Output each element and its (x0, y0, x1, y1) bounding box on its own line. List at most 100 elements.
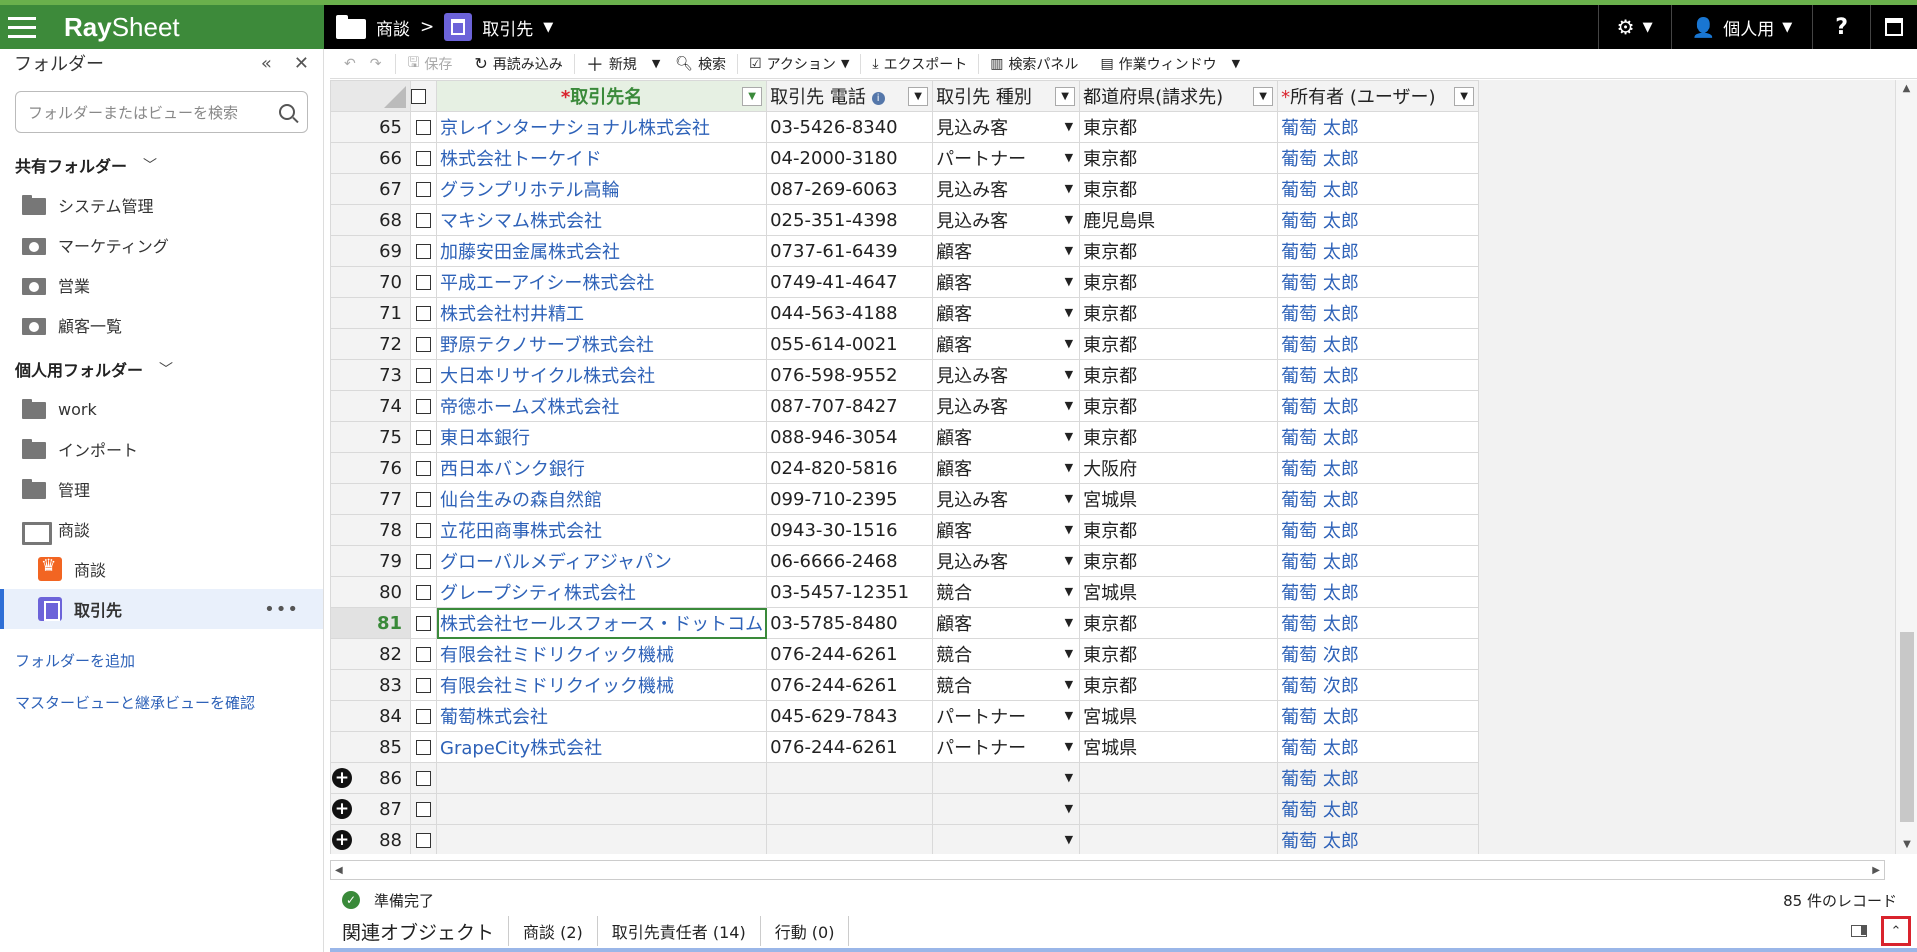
table-row[interactable]: 80 グレープシティ株式会社 03-5457-12351 競合 ▼ 宮城県 葡萄 太郎 (330, 576, 1480, 608)
cell-account-type[interactable]: 顧客 ▼ (932, 235, 1081, 267)
cell-account-name[interactable]: 有限会社ミドリクイック機械 (435, 638, 768, 670)
row-number[interactable]: 70 (330, 266, 411, 298)
row-number[interactable]: 71 (330, 297, 411, 329)
row-number[interactable]: 85 (330, 731, 411, 763)
cell-account-type[interactable]: 顧客 ▼ (932, 514, 1081, 546)
undo-button[interactable]: ↶ (330, 49, 364, 79)
row-checkbox[interactable] (410, 669, 437, 701)
row-checkbox[interactable] (410, 111, 437, 143)
cell-prefecture[interactable] (1079, 824, 1279, 854)
cell-account-type[interactable]: パートナー ▼ (932, 700, 1081, 732)
table-row[interactable]: 78 立花田商事株式会社 0943-30-1516 顧客 ▼ 東京都 葡萄 太郎 (330, 514, 1480, 546)
table-row[interactable]: 69 加藤安田金属株式会社 0737-61-6439 顧客 ▼ 東京都 葡萄 太郎 (330, 235, 1480, 267)
side-panel-icon[interactable] (1851, 925, 1867, 937)
cell-account-name[interactable]: 株式会社セールスフォース・ドットコム (435, 607, 768, 639)
cell-phone[interactable]: 0749-41-4647 (766, 266, 934, 298)
row-checkbox[interactable] (410, 638, 437, 670)
row-number[interactable]: 75 (330, 421, 411, 453)
cell-account-type[interactable]: 見込み客 ▼ (932, 359, 1081, 391)
shared-folders-header[interactable]: 共有フォルダー ﹀ (0, 145, 323, 185)
spreadsheet-grid[interactable]: *取引先名 ▼ 取引先 電話 i ▼ 取引先 種別 ▼ 都道府県(請求先) ▼ *所有者… (330, 80, 1895, 854)
cell-phone[interactable]: 03-5785-8480 (766, 607, 934, 639)
cell-prefecture[interactable]: 東京都 (1079, 390, 1279, 422)
dropdown-arrow-icon[interactable]: ▼ (1065, 554, 1073, 567)
table-row[interactable]: 77 仙台生みの森自然館 099-710-2395 見込み客 ▼ 宮城県 葡萄 太郎 (330, 483, 1480, 515)
cell-prefecture[interactable]: 東京都 (1079, 669, 1279, 701)
scroll-up-arrow-icon[interactable]: ▲ (1896, 80, 1917, 98)
cell-account-name[interactable]: 野原テクノサーブ株式会社 (435, 328, 768, 360)
dropdown-arrow-icon[interactable]: ▼ (1065, 399, 1073, 412)
close-icon[interactable]: ✕ (294, 53, 309, 74)
sidebar-item-customer-list[interactable]: 顧客一覧 (0, 305, 323, 345)
cell-account-type[interactable]: 顧客 ▼ (932, 328, 1081, 360)
cell-owner[interactable]: 葡萄 太郎 (1277, 452, 1480, 484)
cell-account-name[interactable]: 大日本リサイクル株式会社 (435, 359, 768, 391)
cell-account-name[interactable]: グレープシティ株式会社 (435, 576, 768, 608)
row-checkbox[interactable] (410, 452, 437, 484)
row-checkbox[interactable] (410, 514, 437, 546)
cell-prefecture[interactable]: 宮城県 (1079, 731, 1279, 763)
table-row[interactable]: 73 大日本リサイクル株式会社 076-598-9552 見込み客 ▼ 東京都 葡萄 太郎 (330, 359, 1480, 391)
cell-account-type[interactable]: 顧客 ▼ (932, 297, 1081, 329)
cell-account-name[interactable]: 株式会社村井精工 (435, 297, 768, 329)
cell-prefecture[interactable]: 東京都 (1079, 297, 1279, 329)
row-checkbox[interactable] (410, 824, 437, 854)
cell-account-name[interactable] (435, 793, 768, 825)
cell-account-type[interactable]: パートナー ▼ (932, 142, 1081, 174)
dropdown-arrow-icon[interactable]: ▼ (1065, 678, 1073, 691)
cell-owner[interactable]: 葡萄 太郎 (1277, 266, 1480, 298)
cell-prefecture[interactable]: 宮城県 (1079, 483, 1279, 515)
filter-dropdown-icon[interactable]: ▼ (742, 87, 763, 106)
filter-dropdown-icon[interactable]: ▼ (1055, 87, 1076, 106)
table-row[interactable]: 66 株式会社トーケイド 04-2000-3180 パートナー ▼ 東京都 葡萄 太郎 (330, 142, 1480, 174)
cell-phone[interactable]: 024-820-5816 (766, 452, 934, 484)
table-row[interactable]: 84 葡萄株式会社 045-629-7843 パートナー ▼ 宮城県 葡萄 太郎 (330, 700, 1480, 732)
cell-phone[interactable]: 088-946-3054 (766, 421, 934, 453)
table-row[interactable]: 81 株式会社セールスフォース・ドットコム 03-5785-8480 顧客 ▼ 東京都 葡萄… (330, 607, 1480, 639)
tab-related-deals[interactable]: 商談 (2) (509, 916, 598, 946)
cell-account-name[interactable]: グローバルメディアジャパン (435, 545, 768, 577)
search-icon[interactable] (279, 104, 295, 120)
personal-folders-header[interactable]: 個人用フォルダー ﹀ (0, 349, 323, 389)
row-number[interactable]: 77 (330, 483, 411, 515)
export-button[interactable]: ⤓ エクスポート (861, 49, 978, 79)
cell-owner[interactable]: 葡萄 太郎 (1277, 111, 1480, 143)
cell-account-type[interactable]: 顧客 ▼ (932, 421, 1081, 453)
sidebar-item-deals-view[interactable]: 商談 (0, 549, 323, 589)
cell-owner[interactable]: 葡萄 太郎 (1277, 514, 1480, 546)
master-view-link[interactable]: マスタービューと継承ビューを確認 (0, 681, 323, 723)
cell-phone[interactable]: 076-244-6261 (766, 731, 934, 763)
cell-prefecture[interactable]: 宮城県 (1079, 576, 1279, 608)
add-folder-link[interactable]: フォルダーを追加 (0, 639, 323, 681)
cell-account-type[interactable]: 見込み客 ▼ (932, 483, 1081, 515)
add-row-plus-icon[interactable]: + (332, 829, 352, 850)
row-checkbox[interactable] (410, 576, 437, 608)
cell-account-name[interactable]: 株式会社トーケイド (435, 142, 768, 174)
dropdown-arrow-icon[interactable]: ▼ (1065, 740, 1073, 753)
user-menu-button[interactable]: 👤 個人用 ▼ (1670, 5, 1813, 49)
table-row[interactable]: 67 グランプリホテル高輪 087-269-6063 見込み客 ▼ 東京都 葡萄 太郎 (330, 173, 1480, 205)
dropdown-arrow-icon[interactable]: ▼ (1065, 182, 1073, 195)
cell-prefecture[interactable] (1079, 762, 1279, 794)
scroll-right-arrow-icon[interactable]: ▶ (1872, 865, 1880, 876)
cell-prefecture[interactable]: 東京都 (1079, 514, 1279, 546)
sidebar-item-admin[interactable]: 管理 (0, 469, 323, 509)
cell-phone[interactable]: 055-614-0021 (766, 328, 934, 360)
row-checkbox[interactable] (410, 204, 437, 236)
cell-phone[interactable]: 087-707-8427 (766, 390, 934, 422)
cell-owner[interactable]: 葡萄 太郎 (1277, 421, 1480, 453)
row-checkbox[interactable] (410, 173, 437, 205)
cell-phone[interactable]: 06-6666-2468 (766, 545, 934, 577)
dropdown-arrow-icon[interactable]: ▼ (1065, 430, 1073, 443)
row-number[interactable]: 83 (330, 669, 411, 701)
table-row[interactable]: 74 帝徳ホームズ株式会社 087-707-8427 見込み客 ▼ 東京都 葡萄 太郎 (330, 390, 1480, 422)
collapse-sidebar-icon[interactable]: « (261, 53, 272, 74)
sidebar-item-marketing[interactable]: マーケティング (0, 225, 323, 265)
cell-phone[interactable]: 099-710-2395 (766, 483, 934, 515)
cell-owner[interactable]: 葡萄 太郎 (1277, 731, 1480, 763)
row-checkbox[interactable] (410, 762, 437, 794)
save-button[interactable]: 🖫 保存 (396, 49, 463, 79)
cell-account-type[interactable]: ▼ (932, 762, 1081, 794)
table-row[interactable]: 76 西日本バンク銀行 024-820-5816 顧客 ▼ 大阪府 葡萄 太郎 (330, 452, 1480, 484)
cell-account-type[interactable]: 競合 ▼ (932, 669, 1081, 701)
